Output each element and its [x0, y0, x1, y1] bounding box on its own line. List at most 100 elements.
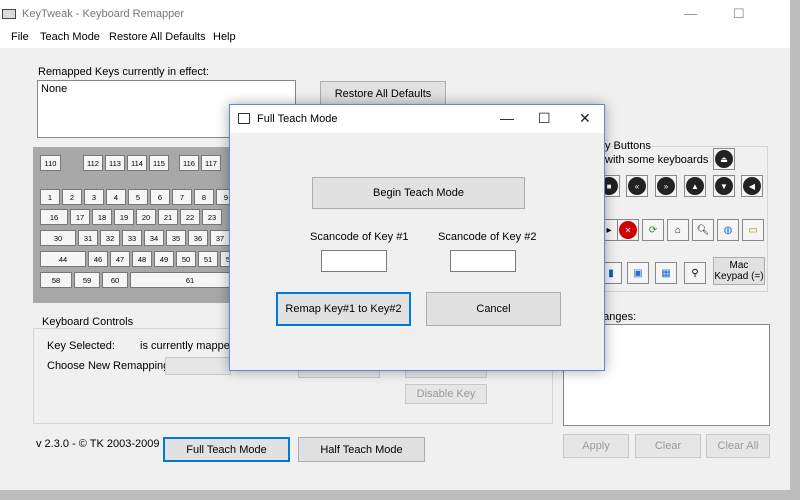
disable-key-button[interactable]: Disable Key: [405, 384, 487, 404]
my-computer-button[interactable]: ▣: [627, 262, 649, 284]
title-bar: KeyTweak - Keyboard Remapper — ☐: [0, 0, 790, 28]
clear-all-button[interactable]: Clear All: [706, 434, 770, 458]
key[interactable]: 32: [100, 230, 120, 246]
key[interactable]: 20: [136, 209, 156, 225]
monitor-icon: ▣: [633, 267, 643, 279]
dialog-close-button[interactable]: ✕: [579, 110, 591, 127]
dialog-minimize-button[interactable]: —: [500, 110, 514, 126]
key[interactable]: 117: [201, 155, 221, 171]
clear-button[interactable]: Clear: [635, 434, 701, 458]
key[interactable]: 113: [105, 155, 125, 171]
folder-button[interactable]: ▭: [742, 219, 764, 241]
key[interactable]: 51: [198, 251, 218, 267]
maximize-button[interactable]: ☐: [733, 6, 745, 22]
refresh-button[interactable]: ⟳: [642, 219, 664, 241]
minimize-button[interactable]: —: [684, 6, 697, 21]
menu-help[interactable]: Help: [213, 31, 236, 43]
key[interactable]: 59: [74, 272, 100, 288]
key[interactable]: 30: [40, 230, 76, 246]
key[interactable]: 112: [83, 155, 103, 171]
forward-icon: »: [657, 177, 675, 195]
dialog-title-bar: Full Teach Mode — ☐ ✕: [230, 105, 604, 133]
up-arrow-icon: ▲: [686, 177, 704, 195]
magnifier-button[interactable]: ⚲: [684, 262, 706, 284]
refresh-icon: ⟳: [648, 224, 658, 236]
stop-x-icon: ✕: [619, 221, 637, 239]
keyboard-layout: 110 112 113 114 115 116 117 1 2 3 4 5 6 …: [33, 147, 253, 303]
scancode-key1-label: Scancode of Key #1: [310, 231, 409, 243]
dialog-maximize-button[interactable]: ☐: [538, 110, 551, 127]
scancode-key1-field[interactable]: [321, 250, 387, 272]
browser-stop-button[interactable]: ✕: [617, 219, 639, 241]
key[interactable]: 4: [106, 189, 126, 205]
volume-up-button[interactable]: ▲: [684, 175, 706, 197]
search-document-icon: 🔍︎: [696, 224, 710, 236]
key[interactable]: 60: [102, 272, 128, 288]
key[interactable]: 2: [62, 189, 82, 205]
menu-teach-mode[interactable]: Teach Mode: [40, 31, 100, 43]
eject-button[interactable]: ⏏: [713, 148, 735, 170]
mac-keypad-button[interactable]: Mac Keypad (=): [713, 257, 765, 285]
folder-icon: ▭: [748, 224, 758, 236]
favorites-button[interactable]: ◍: [717, 219, 739, 241]
keyboard-controls-title: Keyboard Controls: [40, 316, 136, 328]
key[interactable]: 7: [172, 189, 192, 205]
key[interactable]: 49: [154, 251, 174, 267]
dialog-title: Full Teach Mode: [257, 113, 338, 125]
window-icon: [238, 113, 250, 124]
key[interactable]: 21: [158, 209, 178, 225]
key[interactable]: 46: [88, 251, 108, 267]
key[interactable]: 31: [78, 230, 98, 246]
key[interactable]: 6: [150, 189, 170, 205]
key[interactable]: 114: [127, 155, 147, 171]
key[interactable]: 48: [132, 251, 152, 267]
home-icon: ⌂: [674, 224, 682, 236]
half-teach-mode-button[interactable]: Half Teach Mode: [298, 437, 425, 462]
key[interactable]: 116: [179, 155, 199, 171]
full-teach-mode-dialog: Full Teach Mode — ☐ ✕ Begin Teach Mode S…: [229, 104, 605, 371]
key[interactable]: 34: [144, 230, 164, 246]
speaker-icon: ◀: [743, 177, 761, 195]
remap-key1-to-key2-button[interactable]: Remap Key#1 to Key#2: [276, 292, 411, 326]
key[interactable]: 16: [40, 209, 68, 225]
computer-tower-icon: ▮: [608, 267, 614, 279]
mute-button[interactable]: ◀: [741, 175, 763, 197]
key[interactable]: 44: [40, 251, 86, 267]
key[interactable]: 18: [92, 209, 112, 225]
key[interactable]: 110: [40, 155, 61, 171]
special-buttons-title: y Buttons: [605, 140, 651, 152]
full-teach-mode-button[interactable]: Full Teach Mode: [163, 437, 290, 462]
remapping-select[interactable]: [165, 357, 231, 375]
eject-icon: ⏏: [715, 150, 733, 168]
window-title: KeyTweak - Keyboard Remapper: [22, 8, 185, 20]
volume-down-button[interactable]: ▼: [713, 175, 735, 197]
next-track-button[interactable]: »: [655, 175, 677, 197]
previous-track-button[interactable]: «: [626, 175, 648, 197]
calculator-button[interactable]: ▦: [655, 262, 677, 284]
key[interactable]: 47: [110, 251, 130, 267]
key[interactable]: 23: [202, 209, 222, 225]
key[interactable]: 50: [176, 251, 196, 267]
key[interactable]: 3: [84, 189, 104, 205]
key[interactable]: 1: [40, 189, 60, 205]
apply-button[interactable]: Apply: [563, 434, 629, 458]
search-button[interactable]: 🔍︎: [692, 219, 714, 241]
key-selected-label: Key Selected:: [47, 340, 115, 352]
key[interactable]: 36: [188, 230, 208, 246]
begin-teach-mode-button[interactable]: Begin Teach Mode: [312, 177, 525, 209]
key[interactable]: 5: [128, 189, 148, 205]
key[interactable]: 17: [70, 209, 90, 225]
key[interactable]: 115: [149, 155, 169, 171]
key[interactable]: 8: [194, 189, 214, 205]
home-button[interactable]: ⌂: [667, 219, 689, 241]
scancode-key2-field[interactable]: [450, 250, 516, 272]
key[interactable]: 19: [114, 209, 134, 225]
key[interactable]: 58: [40, 272, 72, 288]
cancel-button[interactable]: Cancel: [426, 292, 561, 326]
key[interactable]: 33: [122, 230, 142, 246]
menu-file[interactable]: File: [11, 31, 29, 43]
key[interactable]: 37: [210, 230, 230, 246]
key[interactable]: 35: [166, 230, 186, 246]
menu-restore-all-defaults[interactable]: Restore All Defaults: [109, 31, 206, 43]
key[interactable]: 22: [180, 209, 200, 225]
